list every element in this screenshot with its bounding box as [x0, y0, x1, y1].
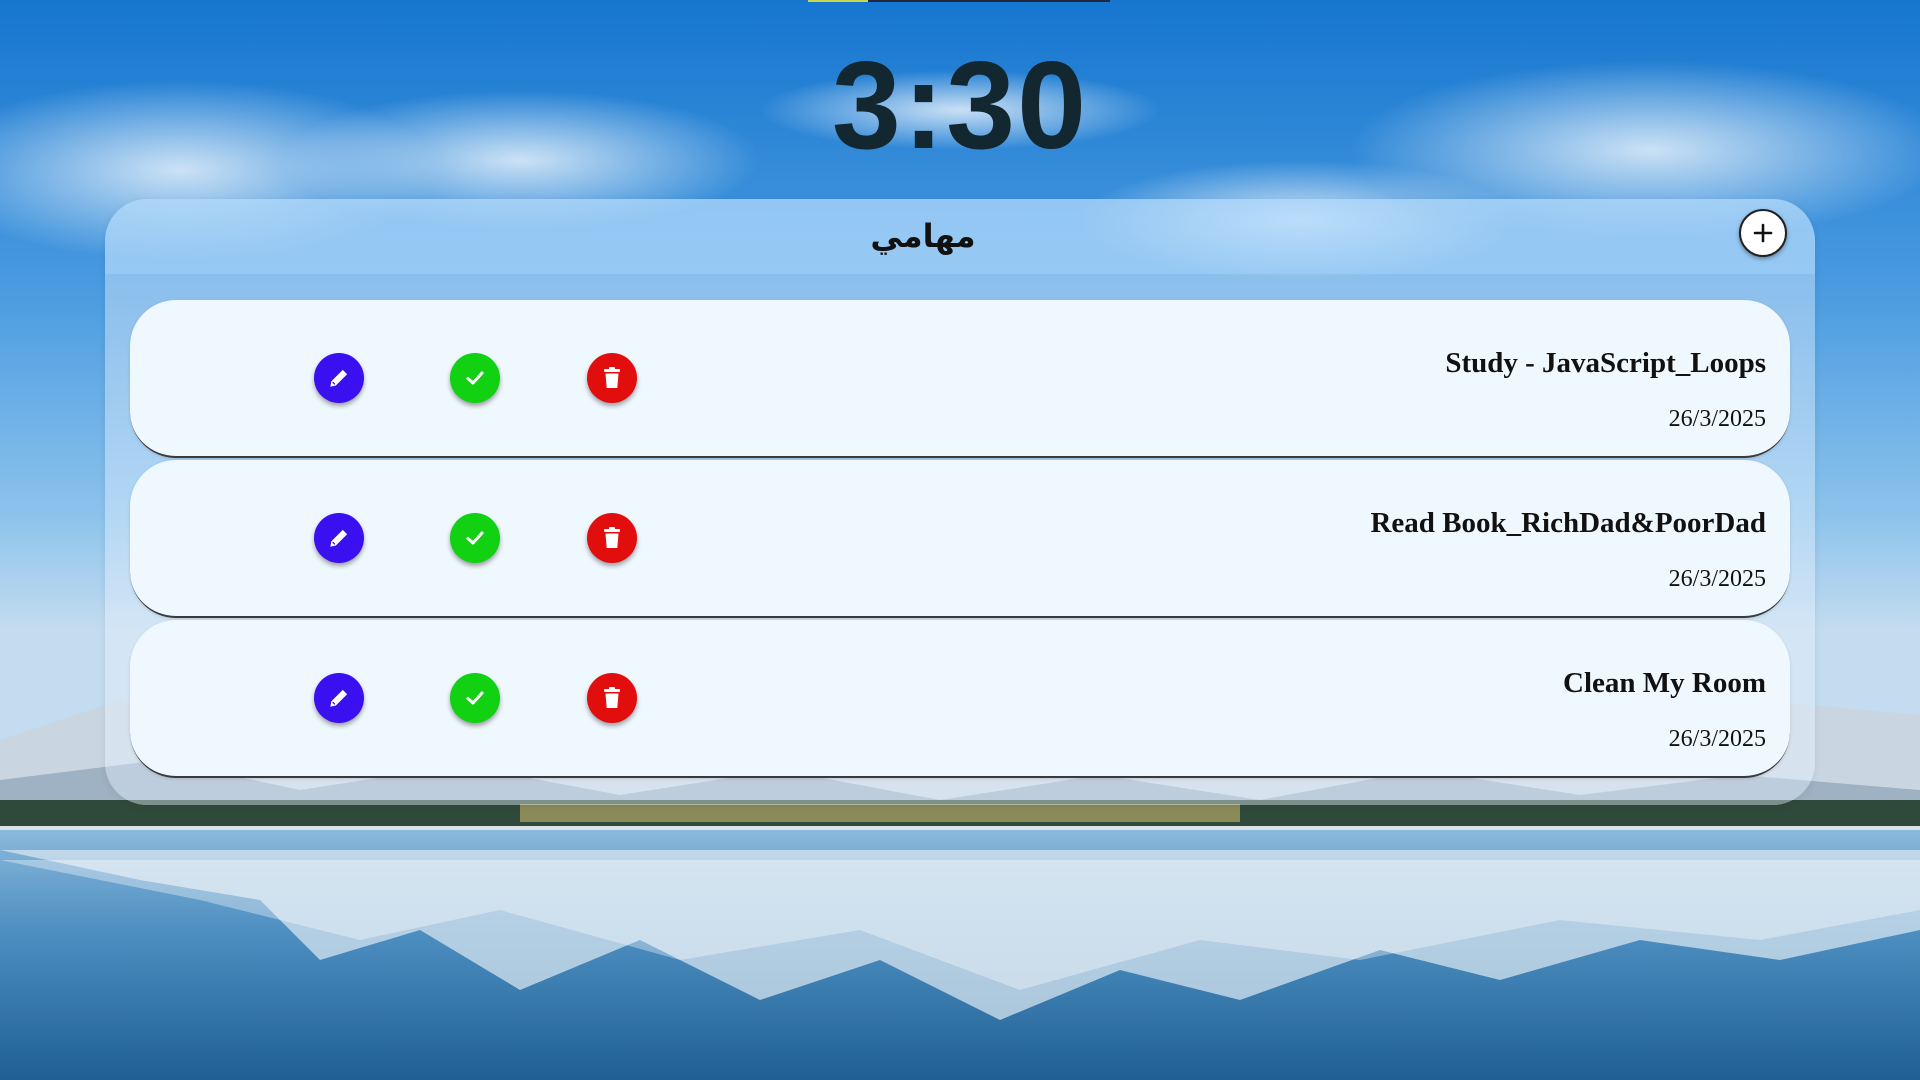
- trash-icon: [604, 687, 620, 708]
- pencil-icon: [330, 689, 348, 707]
- task-card: Study - JavaScript_Loops 26/3/2025: [130, 300, 1790, 458]
- tasks-panel: مهامي Study - JavaScript_Loops 26/3/2025…: [105, 199, 1815, 805]
- clock-display: 3:30: [831, 37, 1089, 175]
- plus-icon: [1753, 223, 1773, 243]
- task-date: 26/3/2025: [1668, 406, 1766, 432]
- task-card: Clean My Room 26/3/2025: [130, 620, 1790, 778]
- task-title: Study - JavaScript_Loops: [1445, 347, 1766, 379]
- check-icon: [466, 371, 484, 385]
- complete-task-button[interactable]: [450, 673, 500, 723]
- pencil-icon: [330, 369, 348, 387]
- pencil-icon: [330, 529, 348, 547]
- check-icon: [466, 691, 484, 705]
- complete-task-button[interactable]: [450, 513, 500, 563]
- delete-task-button[interactable]: [587, 353, 637, 403]
- task-date: 26/3/2025: [1668, 726, 1766, 752]
- delete-task-button[interactable]: [587, 513, 637, 563]
- task-title: Clean My Room: [1563, 667, 1766, 699]
- edit-task-button[interactable]: [314, 353, 364, 403]
- edit-task-button[interactable]: [314, 673, 364, 723]
- top-progress-strip: [808, 0, 1110, 2]
- trash-icon: [604, 527, 620, 548]
- check-icon: [466, 531, 484, 545]
- task-card: Read Book_RichDad&PoorDad 26/3/2025: [130, 460, 1790, 618]
- panel-title: مهامي: [870, 217, 976, 255]
- edit-task-button[interactable]: [314, 513, 364, 563]
- trash-icon: [604, 367, 620, 388]
- task-date: 26/3/2025: [1668, 566, 1766, 592]
- complete-task-button[interactable]: [450, 353, 500, 403]
- task-title: Read Book_RichDad&PoorDad: [1370, 507, 1766, 539]
- panel-header: مهامي: [105, 199, 1815, 274]
- add-task-button[interactable]: [1739, 209, 1787, 257]
- delete-task-button[interactable]: [587, 673, 637, 723]
